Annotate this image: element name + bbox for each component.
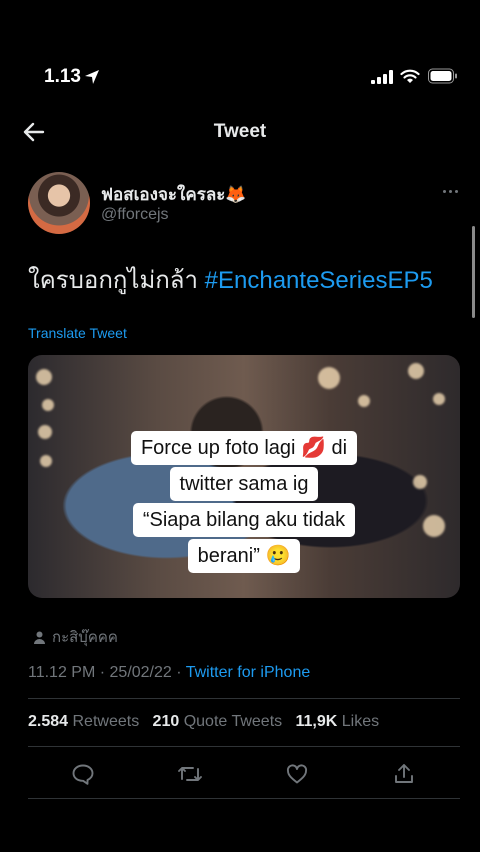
reply-button[interactable] xyxy=(70,761,96,787)
translate-tweet-link[interactable]: Translate Tweet xyxy=(28,325,127,341)
engagement-stats: 2.584 Retweets 210 Quote Tweets 11,9K Li… xyxy=(28,713,379,731)
tweet-text: ใครบอกกูไม่กล้า #EnchanteSeriesEP5 xyxy=(28,260,433,299)
back-button[interactable] xyxy=(20,118,48,146)
reply-icon xyxy=(72,764,94,785)
caption-line: twitter sama ig xyxy=(169,467,319,501)
person-icon xyxy=(34,631,45,644)
scrollbar[interactable] xyxy=(472,226,475,318)
caption-line: Force up foto lagi 💋 di xyxy=(130,431,358,465)
media-caption-overlay: Force up foto lagi 💋 di twitter sama ig … xyxy=(28,431,460,573)
location-arrow-icon xyxy=(85,70,99,84)
battery-icon xyxy=(428,68,457,84)
likes-count: 11,9K xyxy=(295,713,338,730)
retweet-icon xyxy=(178,767,202,781)
hashtag-link[interactable]: #EnchanteSeriesEP5 xyxy=(205,267,433,294)
wifi-icon xyxy=(400,69,420,83)
tweet-timestamp: 11.12 PM · 25/02/22 · Twitter for iPhone xyxy=(28,664,310,682)
tweet-body: ใครบอกกูไม่กล้า xyxy=(28,267,205,294)
like-button[interactable] xyxy=(284,761,310,787)
tweet-media-image[interactable]: Force up foto lagi 💋 di twitter sama ig … xyxy=(28,355,460,598)
likes-label: Likes xyxy=(341,713,380,730)
divider xyxy=(28,798,460,799)
header-title: Tweet xyxy=(213,121,267,142)
author-name[interactable]: ฟอสเองจะใครละ🦊 xyxy=(101,181,247,208)
retweets-stat[interactable]: 2.584 Retweets xyxy=(28,713,139,730)
divider xyxy=(28,746,460,747)
retweet-button[interactable] xyxy=(177,761,203,787)
author-handle[interactable]: @fforcejs xyxy=(101,206,169,224)
status-time: 1.13 xyxy=(44,66,81,87)
caption-line: berani” 🥲 xyxy=(187,539,301,573)
retweets-count: 2.584 xyxy=(28,713,69,730)
retweets-label: Retweets xyxy=(72,713,140,730)
share-icon xyxy=(395,764,413,783)
quotes-count: 210 xyxy=(152,713,180,730)
share-button[interactable] xyxy=(391,761,417,787)
more-horizontal-icon[interactable] xyxy=(438,183,462,199)
arrow-left-icon xyxy=(23,122,45,142)
avatar[interactable] xyxy=(28,172,90,234)
likes-stat[interactable]: 11,9K Likes xyxy=(295,713,379,730)
tagged-user-name: กะสิบุ๊คคค xyxy=(52,629,118,646)
timestamp-text: 11.12 PM · 25/02/22 · xyxy=(28,664,186,681)
tagged-user[interactable]: กะสิบุ๊คคค xyxy=(33,625,118,649)
divider xyxy=(28,698,460,699)
source-link[interactable]: Twitter for iPhone xyxy=(186,664,311,681)
quotes-stat[interactable]: 210 Quote Tweets xyxy=(153,713,283,730)
quotes-label: Quote Tweets xyxy=(183,713,283,730)
heart-icon xyxy=(286,764,308,784)
caption-line: “Siapa bilang aku tidak xyxy=(132,503,356,537)
cellular-signal-icon xyxy=(371,70,393,84)
